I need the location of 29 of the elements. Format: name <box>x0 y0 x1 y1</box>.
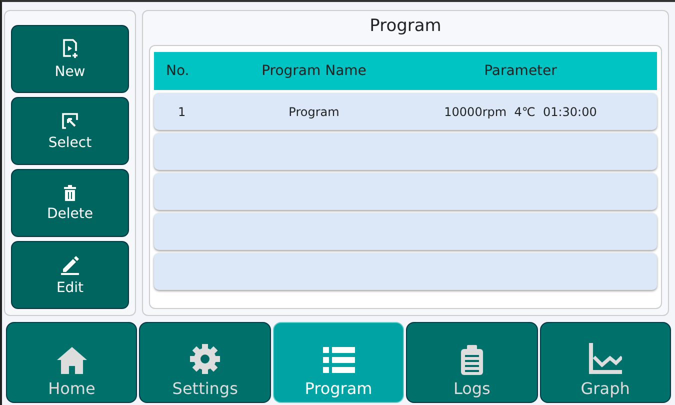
table-cell-text: 1 <box>177 104 187 118</box>
list-icon <box>322 345 355 375</box>
table-row[interactable] <box>154 253 657 290</box>
panel-title: Program <box>368 15 442 38</box>
table-cell-text: 10000rpm 4℃ 01:30:00 <box>443 104 598 118</box>
select-button[interactable]: Select <box>11 97 129 165</box>
home-tab[interactable]: Home <box>6 322 138 403</box>
table-row[interactable] <box>154 213 657 250</box>
select-icon <box>61 112 79 130</box>
new-file-icon <box>62 38 78 58</box>
column-header: Parameter <box>483 63 558 79</box>
clipboard-icon <box>460 345 484 375</box>
settings-tab[interactable]: Settings <box>139 322 271 403</box>
table-row[interactable] <box>154 173 657 210</box>
column-header: Program Name <box>260 63 368 79</box>
logs-tab[interactable]: Logs <box>406 322 538 403</box>
settings-icon <box>189 343 222 375</box>
table-row[interactable] <box>154 133 657 170</box>
table-row[interactable]: 1 Program 10000rpm 4℃ 01:30:00 <box>154 93 657 130</box>
trash-icon <box>63 184 77 200</box>
new-button[interactable]: New <box>11 25 129 93</box>
delete-button[interactable]: Delete <box>11 169 129 237</box>
graph-tab[interactable]: Graph <box>540 322 672 403</box>
table-cell-text: Program <box>288 104 340 118</box>
column-header: No. <box>165 63 190 79</box>
line-chart-icon <box>588 343 622 375</box>
edit-button[interactable]: Edit <box>11 241 129 309</box>
home-icon <box>54 345 89 375</box>
pencil-icon <box>59 254 81 274</box>
